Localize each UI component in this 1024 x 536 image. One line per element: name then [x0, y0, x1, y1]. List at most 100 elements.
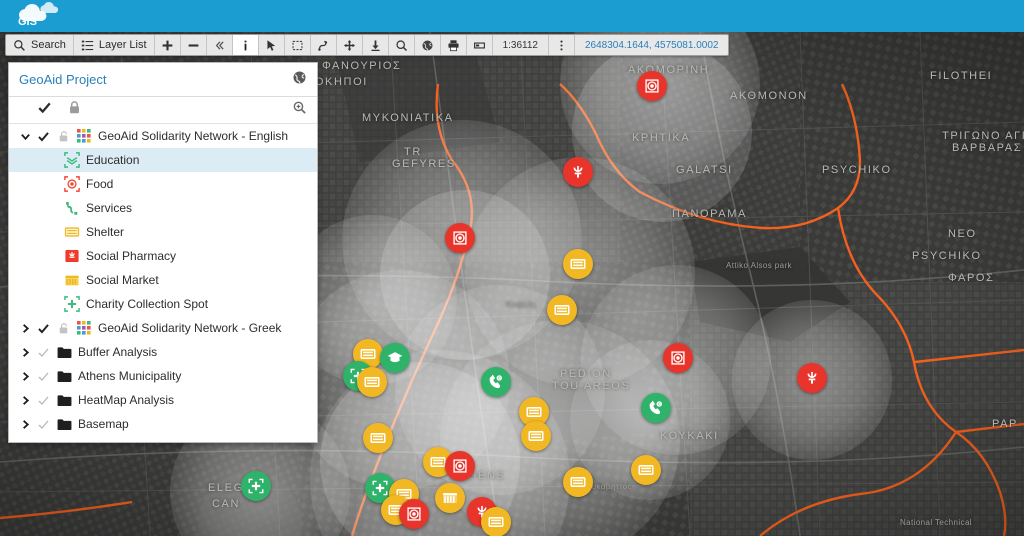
food-icon — [61, 176, 83, 192]
layer-label: Buffer Analysis — [75, 345, 157, 359]
map-marker-shelter[interactable] — [563, 249, 593, 279]
layer-visibility-checkbox[interactable] — [33, 346, 53, 359]
gis-cloud-logo[interactable]: GIS — [12, 1, 64, 31]
layer-list-panel[interactable]: GeoAid Project — [8, 62, 318, 443]
legend-icon — [473, 39, 486, 52]
layer-list-label: Layer List — [99, 39, 147, 51]
map-marker-shelter[interactable] — [521, 421, 551, 451]
download-button[interactable] — [363, 35, 389, 55]
chevron-right-icon[interactable] — [17, 347, 33, 358]
map-marker-shelter[interactable] — [481, 507, 511, 536]
layer-group-item[interactable]: GeoAid Solidarity Network - Greek — [9, 316, 317, 340]
zoom-extent-button[interactable] — [389, 35, 415, 55]
chevron-right-icon[interactable] — [17, 395, 33, 406]
folder-item[interactable]: HeatMap Analysis — [9, 388, 317, 412]
search-button[interactable]: Search — [6, 35, 74, 55]
shelter-icon — [64, 224, 80, 240]
map-toolbar[interactable]: Search Layer List — [5, 34, 729, 56]
market-icon — [64, 272, 80, 288]
layer-visibility-checkbox[interactable] — [33, 322, 53, 335]
globe-icon[interactable] — [292, 70, 307, 90]
layer-item[interactable]: Services — [9, 196, 317, 220]
chevron-right-icon[interactable] — [17, 323, 33, 334]
select-box-button[interactable] — [285, 35, 311, 55]
chevron-right-icon[interactable] — [17, 419, 33, 430]
charity-marker-icon — [370, 478, 390, 498]
layer-lock-toggle[interactable] — [53, 130, 73, 143]
coordinate-options-button[interactable] — [549, 35, 575, 55]
map-marker-food[interactable] — [445, 451, 475, 481]
folder-item[interactable]: Basemap — [9, 412, 317, 436]
layer-tree[interactable]: GeoAid Solidarity Network - English Educ… — [9, 124, 317, 442]
layer-list-button[interactable]: Layer List — [74, 35, 155, 55]
layer-item[interactable]: Shelter — [9, 220, 317, 244]
zoom-out-button[interactable] — [181, 35, 207, 55]
unlock-icon — [58, 130, 69, 143]
check-icon[interactable] — [37, 100, 52, 120]
select-pointer-icon — [265, 39, 278, 52]
map-marker-edu[interactable] — [380, 343, 410, 373]
zoom-to-icon[interactable] — [292, 100, 307, 120]
map-marker-food[interactable] — [399, 499, 429, 529]
collapse-button[interactable] — [207, 35, 233, 55]
lock-icon[interactable] — [68, 100, 81, 120]
map-marker-shelter[interactable] — [357, 367, 387, 397]
grid-layer-icon — [77, 129, 91, 143]
map-marker-charity[interactable] — [241, 471, 271, 501]
map-marker-shelter[interactable] — [631, 455, 661, 485]
select-pointer-button[interactable] — [259, 35, 285, 55]
layer-item[interactable]: Food — [9, 172, 317, 196]
map-marker-food[interactable] — [637, 71, 667, 101]
layer-item[interactable]: Social Market — [9, 268, 317, 292]
folder-item[interactable]: Buffer Analysis — [9, 340, 317, 364]
map-marker-shelter[interactable] — [547, 295, 577, 325]
layer-visibility-checkbox[interactable] — [33, 370, 53, 383]
layer-visibility-checkbox[interactable] — [33, 394, 53, 407]
check-icon — [37, 394, 50, 407]
chevron-down-icon[interactable] — [17, 131, 33, 142]
map-marker-pharm[interactable] — [563, 157, 593, 187]
shelter-marker-icon — [568, 472, 588, 492]
map-marker-food[interactable] — [663, 343, 693, 373]
zoom-in-button[interactable] — [155, 35, 181, 55]
map-marker-market[interactable] — [435, 483, 465, 513]
grid-layer-icon — [77, 321, 91, 335]
shelter-marker-icon — [526, 426, 546, 446]
layer-list-icon — [81, 39, 94, 52]
measure-button[interactable] — [311, 35, 337, 55]
layer-item[interactable]: Charity Collection Spot — [9, 292, 317, 316]
map-marker-serv[interactable]: 0 — [481, 367, 511, 397]
pan-button[interactable] — [337, 35, 363, 55]
layer-item[interactable]: Social Pharmacy — [9, 244, 317, 268]
chevron-right-icon[interactable] — [17, 371, 33, 382]
charity-marker-icon — [246, 476, 266, 496]
food-marker-icon — [642, 76, 662, 96]
layer-visibility-checkbox[interactable] — [33, 130, 53, 143]
folder-icon — [53, 346, 75, 359]
print-button[interactable] — [441, 35, 467, 55]
layer-lock-toggle[interactable] — [53, 322, 73, 335]
legend-button[interactable] — [467, 35, 493, 55]
layer-item[interactable]: Education — [9, 148, 317, 172]
layer-group-item[interactable]: GeoAid Solidarity Network - English — [9, 124, 317, 148]
food-marker-icon — [450, 456, 470, 476]
shelter-marker-icon — [636, 460, 656, 480]
map-marker-shelter[interactable] — [563, 467, 593, 497]
map-marker-serv[interactable]: 0 — [641, 393, 671, 423]
map-marker-pharm[interactable] — [797, 363, 827, 393]
layer-visibility-checkbox[interactable] — [33, 418, 53, 431]
identify-button[interactable] — [233, 35, 259, 55]
gis-application: GIS — [0, 0, 1024, 536]
basemap-button[interactable] — [415, 35, 441, 55]
layer-label: GeoAid Solidarity Network - English — [95, 129, 288, 143]
coordinate-readout: 2648304.1644, 4575081.0002 — [575, 35, 728, 55]
folder-item[interactable]: Athens Municipality — [9, 364, 317, 388]
check-icon — [37, 418, 50, 431]
folder-icon — [57, 394, 72, 407]
panel-toolbar[interactable] — [9, 97, 317, 124]
map-marker-food[interactable] — [445, 223, 475, 253]
shelter-marker-icon — [524, 402, 544, 422]
map-marker-shelter[interactable] — [363, 423, 393, 453]
layer-label: Services — [83, 201, 132, 215]
chevron-right-icon — [20, 419, 31, 430]
